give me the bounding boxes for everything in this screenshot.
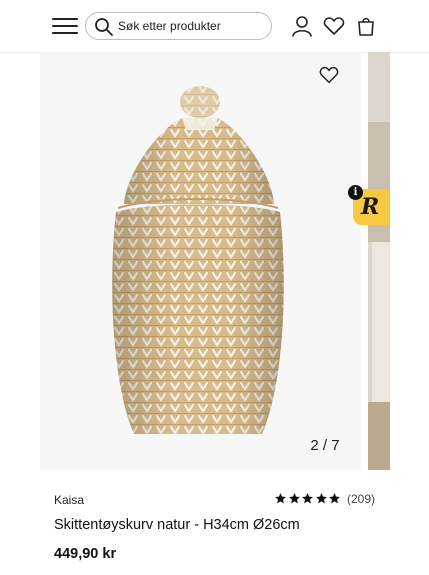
search-icon — [95, 18, 113, 36]
product-image-gallery[interactable]: 2 / 7 — [40, 52, 361, 470]
user-icon[interactable] — [290, 14, 314, 38]
star-icon — [288, 492, 301, 505]
review-widget-letter: R — [361, 194, 380, 220]
next-image-preview[interactable] — [368, 52, 390, 470]
review-count[interactable]: (209) — [347, 492, 375, 506]
hamburger-menu-icon[interactable] — [52, 16, 78, 36]
rating-stars[interactable] — [274, 492, 342, 505]
star-icon — [274, 492, 287, 505]
image-counter: 2 / 7 — [310, 437, 340, 454]
star-icon — [301, 492, 314, 505]
heart-icon[interactable] — [322, 14, 346, 38]
product-title: Skittentøyskurv natur - H34cm Ø26cm — [54, 517, 300, 533]
shopping-bag-icon[interactable] — [354, 14, 378, 38]
info-icon[interactable]: i — [348, 185, 363, 200]
product-price: 449,90 kr — [54, 546, 117, 562]
product-image-basket — [112, 86, 284, 434]
search-input[interactable] — [118, 16, 266, 36]
star-icon — [315, 492, 328, 505]
product-brand[interactable]: Kaisa — [54, 493, 84, 507]
favorite-heart-outline-icon[interactable] — [318, 64, 340, 86]
star-icon — [328, 492, 341, 505]
header — [0, 0, 429, 52]
search-bar[interactable] — [85, 12, 272, 40]
